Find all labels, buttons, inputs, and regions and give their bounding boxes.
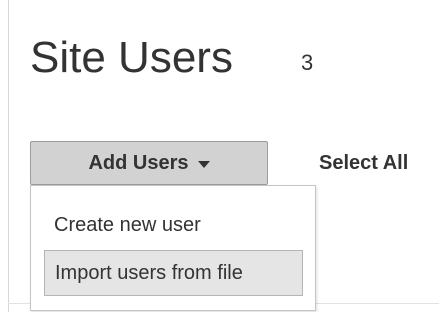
menu-item-import-users-from-file[interactable]: Import users from file: [44, 250, 303, 296]
menu-item-create-new-user[interactable]: Create new user: [54, 212, 201, 238]
add-users-label: Add Users: [88, 151, 189, 174]
page-title: Site Users: [30, 33, 233, 82]
content-left-border: [8, 0, 9, 312]
caret-down-icon: [197, 161, 210, 168]
add-users-button[interactable]: Add Users: [30, 141, 268, 185]
user-count-badge: 3: [301, 50, 314, 75]
select-all-link[interactable]: Select All: [319, 150, 408, 176]
add-users-dropdown-menu: Create new user Import users from file: [30, 185, 316, 311]
